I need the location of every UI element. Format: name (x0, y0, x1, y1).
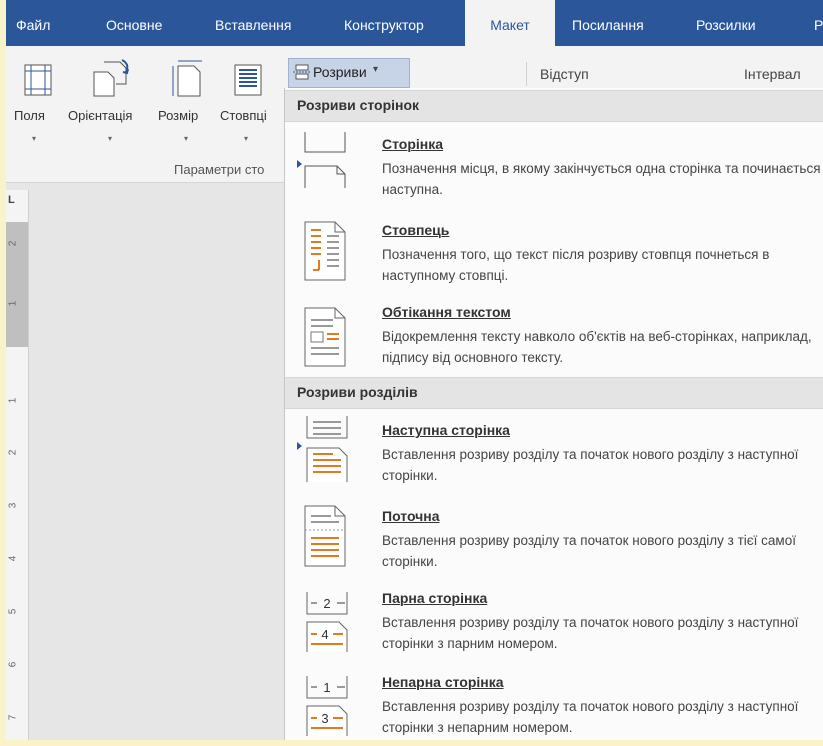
orientation-label: Орієнтація (68, 108, 133, 123)
menu-item-odd-page[interactable]: 1 3 Непарна сторінка Вставлення розриву … (285, 668, 823, 740)
breaks-button[interactable]: Розриви ▾ (288, 58, 410, 88)
menu-item-title: Непарна сторінка (382, 674, 504, 690)
odd-icon-number-bottom: 3 (321, 711, 328, 726)
columns-label: Стовпці (220, 108, 267, 123)
even-icon-number-bottom: 4 (321, 627, 328, 642)
tab-mailings[interactable]: Розсилки (696, 0, 756, 46)
document-area (6, 183, 284, 740)
ruler-number: 6 (7, 661, 19, 668)
menu-item-description: Відокремлення тексту навколо об'єктів на… (382, 329, 812, 365)
selection-marker-icon (297, 442, 302, 450)
odd-page-section-icon: 1 3 (306, 676, 348, 736)
orientation-icon (93, 59, 129, 97)
menu-item-description: Вставлення розриву розділу та початок но… (382, 615, 799, 651)
tab-insert[interactable]: Вставлення (215, 0, 292, 46)
menu-item-title: Парна сторінка (382, 590, 488, 606)
tab-home[interactable]: Основне (106, 0, 162, 46)
chevron-down-icon: ▾ (184, 134, 189, 143)
ruler-number: 7 (7, 714, 19, 721)
menu-item-description: Позначення місця, в якому закінчується о… (382, 161, 821, 197)
page-break-icon (304, 132, 346, 188)
chevron-down-icon: ▾ (244, 134, 249, 143)
indent-label: Відступ (540, 66, 589, 82)
menu-item-description: Вставлення розриву розділу та початок но… (382, 447, 799, 483)
menu-item-description: Вставлення розриву розділу та початок но… (382, 533, 796, 569)
even-page-section-icon: 2 4 (306, 592, 348, 652)
menu-item-even-page[interactable]: 2 4 Парна сторінка Вставлення розриву ро… (285, 584, 823, 668)
page-breaks-header-label: Розриви сторінок (297, 97, 420, 113)
margins-icon (24, 64, 52, 96)
odd-icon-number-top: 1 (323, 680, 330, 695)
even-icon-number-top: 2 (323, 596, 330, 611)
tab-review[interactable]: Р (814, 0, 823, 46)
ribbon-tab-bar: Файл Основне Вставлення Конструктор Маке… (6, 0, 823, 46)
menu-item-title: Наступна сторінка (382, 422, 510, 438)
menu-item-column-break[interactable]: Стовпець Позначення того, що текст після… (285, 212, 823, 296)
menu-item-page-break[interactable]: Сторінка Позначення місця, в якому закін… (285, 126, 823, 206)
selection-marker-icon (297, 160, 302, 168)
chevron-down-icon: ▾ (373, 64, 379, 75)
menu-item-next-page[interactable]: Наступна сторінка Вставлення розриву роз… (285, 412, 823, 496)
ruler-number: 1 (7, 397, 19, 404)
ruler-number: 4 (7, 555, 19, 562)
menu-item-title: Стовпець (382, 222, 450, 238)
columns-button[interactable]: Стовпці ▾ (216, 46, 278, 156)
ruler-number: 2 (7, 449, 19, 456)
menu-item-description: Позначення того, що текст після розриву … (382, 247, 770, 283)
page-breaks-header: Розриви сторінок (285, 90, 823, 122)
section-breaks-header-label: Розриви розділів (297, 384, 418, 400)
frame-border-bottom (0, 740, 823, 746)
menu-item-continuous[interactable]: Поточна Вставлення розриву розділу та по… (285, 498, 823, 582)
ruler-number: 1 (7, 300, 19, 307)
columns-icon (234, 64, 262, 96)
column-break-icon (304, 221, 346, 281)
chevron-down-icon: ▾ (32, 134, 37, 143)
ruler-number: 5 (7, 608, 19, 615)
continuous-section-icon (304, 505, 346, 567)
chevron-down-icon: ▾ (108, 134, 113, 143)
tab-layout[interactable]: Макет (465, 0, 555, 46)
tab-references[interactable]: Посилання (572, 0, 644, 46)
margins-button[interactable]: Поля ▾ (6, 46, 64, 156)
menu-item-description: Вставлення розриву розділу та початок но… (382, 699, 799, 735)
size-label: Розмір (158, 108, 199, 123)
size-icon (172, 60, 202, 97)
menu-item-text-wrapping-break[interactable]: Обтікання текстом Відокремлення тексту н… (285, 298, 823, 378)
separator (526, 62, 527, 86)
breaks-icon (293, 64, 311, 80)
menu-item-title: Сторінка (382, 136, 444, 152)
margins-label: Поля (14, 108, 45, 123)
orientation-button[interactable]: Орієнтація ▾ (66, 46, 156, 156)
section-breaks-header: Розриви розділів (285, 377, 823, 409)
ruler-number: 3 (7, 502, 19, 509)
tab-stop-selector[interactable]: L (8, 194, 22, 208)
ruler-number: 2 (7, 240, 19, 247)
spacing-label: Інтервал (744, 66, 801, 82)
next-page-section-icon (306, 416, 348, 482)
breaks-dropdown-menu: Розриви сторінок Сторінка Позначення міс… (284, 88, 823, 740)
tab-file[interactable]: Файл (16, 0, 50, 46)
menu-item-title: Обтікання текстом (382, 304, 511, 320)
menu-item-title: Поточна (382, 508, 440, 524)
size-button[interactable]: Розмір ▾ (156, 46, 216, 156)
breaks-label: Розриви (313, 64, 367, 80)
text-wrapping-break-icon (304, 307, 346, 367)
tab-design[interactable]: Конструктор (344, 0, 424, 46)
page-setup-group-label: Параметри сто (174, 162, 265, 177)
